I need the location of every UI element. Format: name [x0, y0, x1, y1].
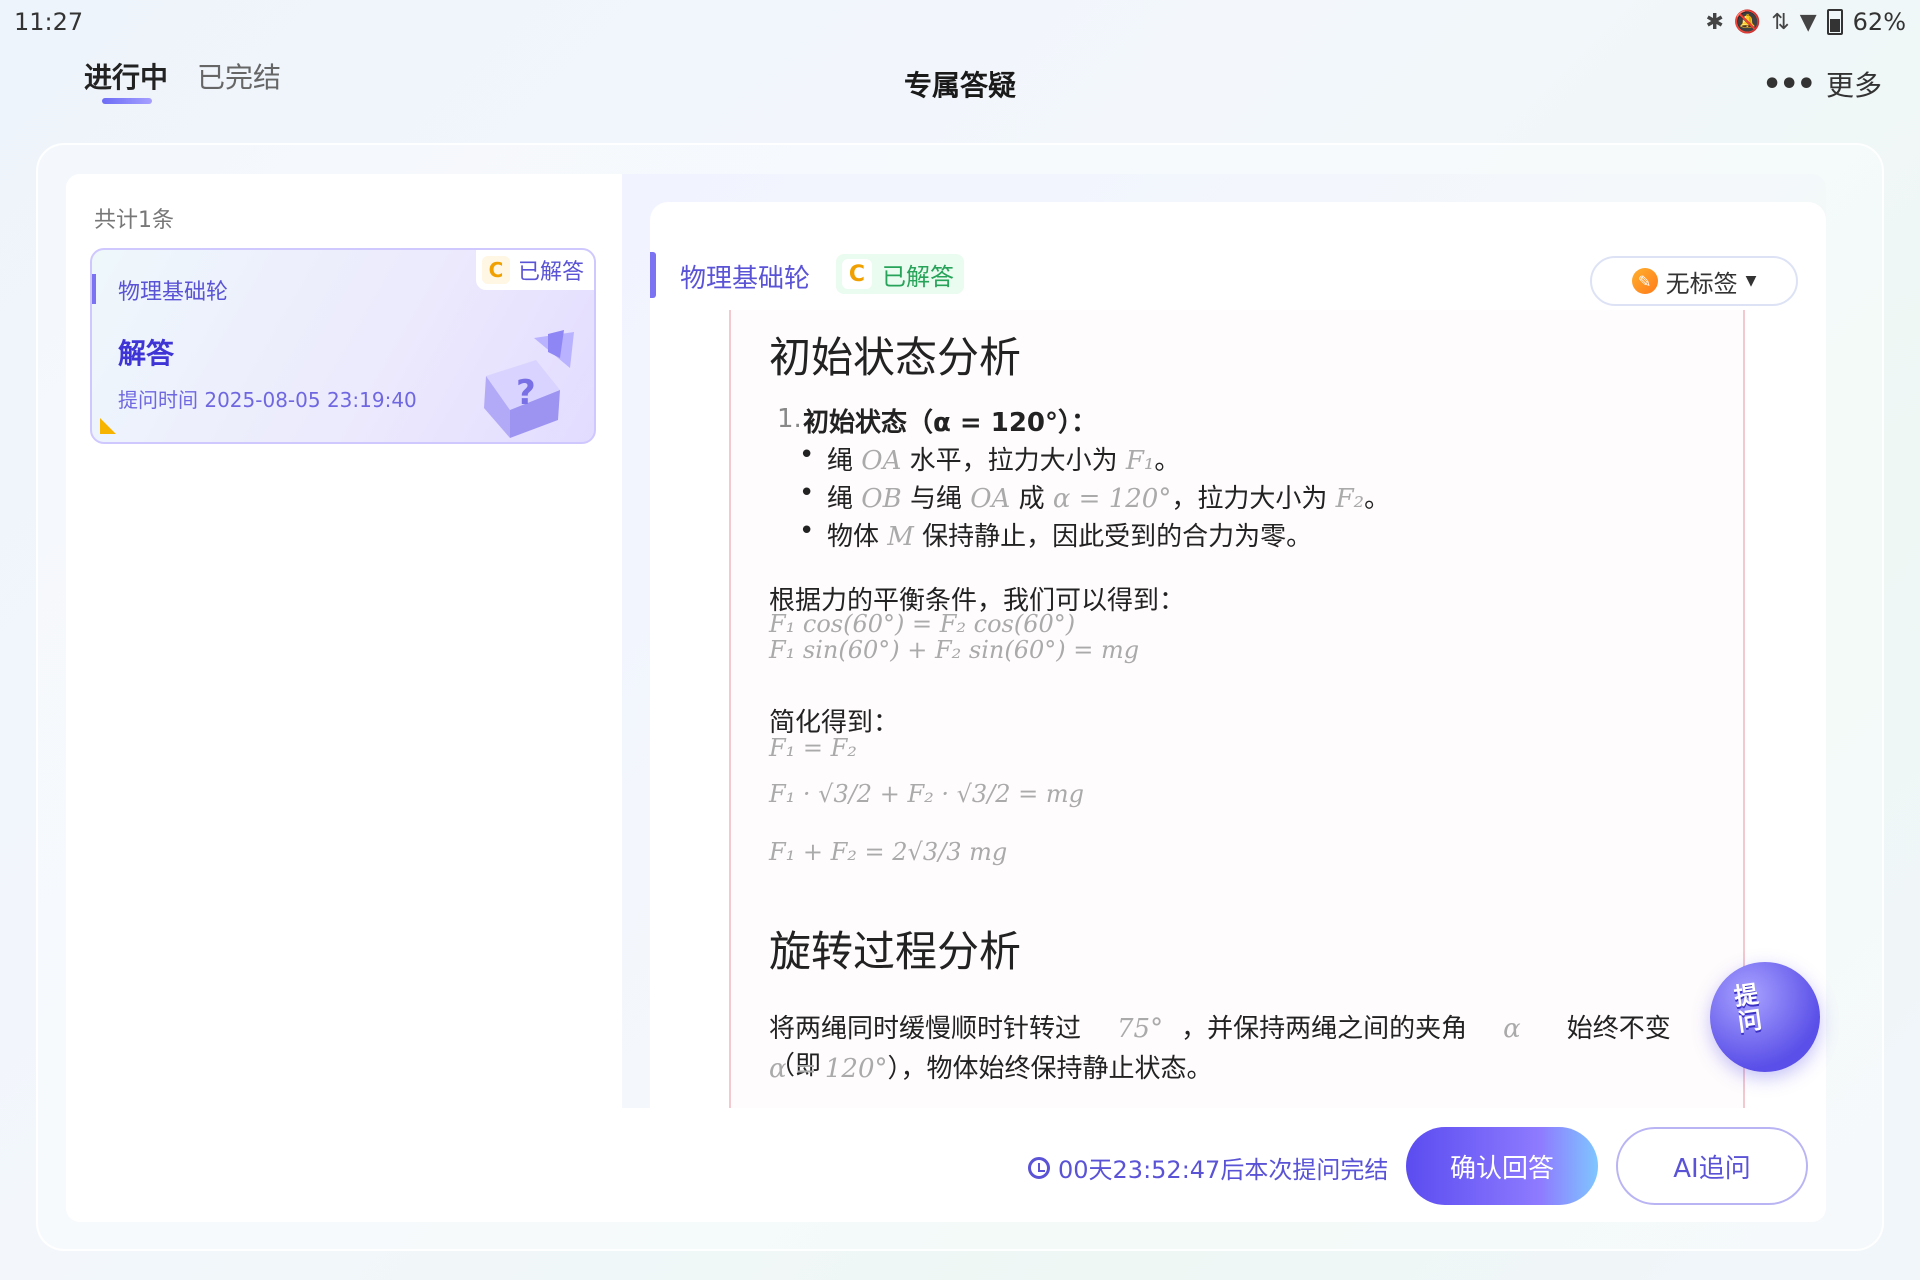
bluetooth-icon: ✱ [1705, 9, 1724, 35]
bullet-3-text: 保持静止，因此受到的合力为零。 [913, 522, 1313, 552]
bullet-1-text: 。 [1154, 446, 1181, 476]
bullet-2: 绳 OB 与绳 OA 成 α = 120°，拉力大小为 F₂。 [799, 478, 1391, 515]
bullet-1: 绳 OA 水平，拉力大小为 F₁。 [799, 440, 1181, 477]
list-heading: 初始状态（α = 120°）： [803, 408, 1098, 438]
answer-heading-2: 旋转过程分析 [769, 927, 1022, 976]
confirm-answer-button[interactable]: 确认回答 [1406, 1127, 1598, 1205]
tag-label: 无标签 [1665, 269, 1738, 298]
card-accent-bar [92, 274, 96, 304]
grade-c-icon: C [481, 256, 510, 284]
wifi-icon: ▼ [1799, 9, 1817, 35]
bullet-1-text: 绳 [827, 446, 862, 476]
answer-card: 物理基础轮 C 已解答 ✎ 无标签 ▼ 初始状态分析 1. 初始状态（α = 1… [650, 202, 1826, 1108]
math-inline: α = 120° [1052, 484, 1172, 514]
answer-detail-panel: 物理基础轮 C 已解答 ✎ 无标签 ▼ 初始状态分析 1. 初始状态（α = 1… [622, 174, 1826, 1108]
chevron-down-icon: ▼ [1745, 273, 1757, 289]
card-title: 解答 [118, 337, 175, 370]
status-time: 11:27 [14, 8, 84, 36]
page-title: 专属答疑 [903, 69, 1016, 102]
math-inline: OA [861, 446, 902, 476]
equation-2: F₁ sin(60°) + F₂ sin(60°) = mg [769, 636, 1140, 664]
countdown-text: 00天23:52:47后本次提问完结 [1058, 1156, 1389, 1184]
detail-subject: 物理基础轮 [680, 264, 811, 294]
math-inline: F₂ [1335, 484, 1365, 514]
paragraph-rotation-cont: α = 120°），物体始终保持静止状态。 [769, 1048, 1213, 1085]
card-status-label: 已解答 [517, 260, 584, 285]
math-inline: α = 120° [769, 1054, 888, 1084]
bullet-2-text: ，拉力大小为 [1171, 484, 1336, 514]
grade-c-icon: C [842, 259, 872, 289]
battery-icon [1826, 9, 1843, 35]
question-card[interactable]: 物理基础轮 C 已解答 解答 提问时间 2025-08-05 23:19:40 … [90, 248, 596, 444]
question-cube-icon: ? [484, 330, 574, 438]
card-corner-marker [100, 418, 116, 434]
more-dots-icon: ••• [1762, 66, 1816, 102]
bullet-2-text: 与绳 [901, 484, 971, 514]
detail-accent-bar [650, 252, 656, 298]
rotation-text: ），物体始终保持静止状态。 [887, 1054, 1213, 1084]
main-card: 共计1条 物理基础轮 C 已解答 解答 提问时间 2025-08-05 23:1… [66, 174, 1826, 1222]
more-label: 更多 [1825, 69, 1882, 102]
math-inline: F₁ [1125, 446, 1155, 476]
bullet-2-text: 。 [1364, 484, 1391, 514]
math-inline: 75° [1117, 1014, 1164, 1044]
rotation-text: 将两绳同时缓慢顺时针转过 [769, 1014, 1082, 1044]
countdown-timer: 00天23:52:47后本次提问完结 [1028, 1150, 1388, 1185]
status-icons: ✱ 🔕 ⇅ ▼ 62% [1705, 8, 1906, 36]
ask-question-fab[interactable]: 提问 [1710, 962, 1820, 1072]
bell-off-icon: 🔕 [1733, 9, 1762, 35]
rotation-text: ，并保持两绳之间的夹角 [1181, 1014, 1468, 1044]
clock-icon [1028, 1156, 1050, 1179]
card-status-badge: C 已解答 [475, 250, 594, 290]
fab-label: 提问 [1732, 980, 1764, 1037]
tag-dropdown[interactable]: ✎ 无标签 ▼ [1590, 256, 1798, 306]
answer-content[interactable]: 初始状态分析 1. 初始状态（α = 120°）： 绳 OA 水平，拉力大小为 … [729, 310, 1745, 1108]
detail-status-label: 已解答 [882, 262, 954, 291]
math-inline: α [1503, 1014, 1521, 1044]
answer-heading-1: 初始状态分析 [769, 333, 1022, 382]
equation-1: F₁ cos(60°) = F₂ cos(60°) [769, 610, 1076, 638]
equation-3: F₁ = F₂ [769, 734, 857, 762]
math-inline: OB [861, 484, 902, 514]
detail-status-badge: C 已解答 [836, 254, 964, 294]
tag-icon: ✎ [1631, 268, 1658, 294]
math-inline: OA [970, 484, 1011, 514]
battery-level: 62% [1852, 8, 1906, 36]
bullet-3: 物体 M 保持静止，因此受到的合力为零。 [799, 516, 1313, 553]
bullet-1-text: 水平，拉力大小为 [901, 446, 1126, 476]
equation-4: F₁ · √3/2 + F₂ · √3/2 = mg [769, 780, 1085, 808]
svg-text:?: ? [516, 373, 536, 413]
list-number: 1. [777, 404, 802, 434]
equation-5: F₁ + F₂ = 2√3/3 mg [769, 838, 1008, 866]
math-inline: M [887, 522, 914, 552]
card-subject: 物理基础轮 [118, 280, 229, 305]
ai-followup-button[interactable]: AI追问 [1616, 1127, 1808, 1205]
bullet-3-text: 物体 [827, 522, 888, 552]
bullet-2-text: 绳 [827, 484, 862, 514]
bullet-2-text: 成 [1010, 484, 1053, 514]
question-list-panel: 共计1条 物理基础轮 C 已解答 解答 提问时间 2025-08-05 23:1… [66, 174, 622, 1222]
more-button[interactable]: ••• 更多 [1762, 64, 1882, 104]
total-count: 共计1条 [94, 208, 174, 233]
card-time: 提问时间 2025-08-05 23:19:40 [118, 388, 417, 412]
data-arrows-icon: ⇅ [1771, 9, 1790, 35]
